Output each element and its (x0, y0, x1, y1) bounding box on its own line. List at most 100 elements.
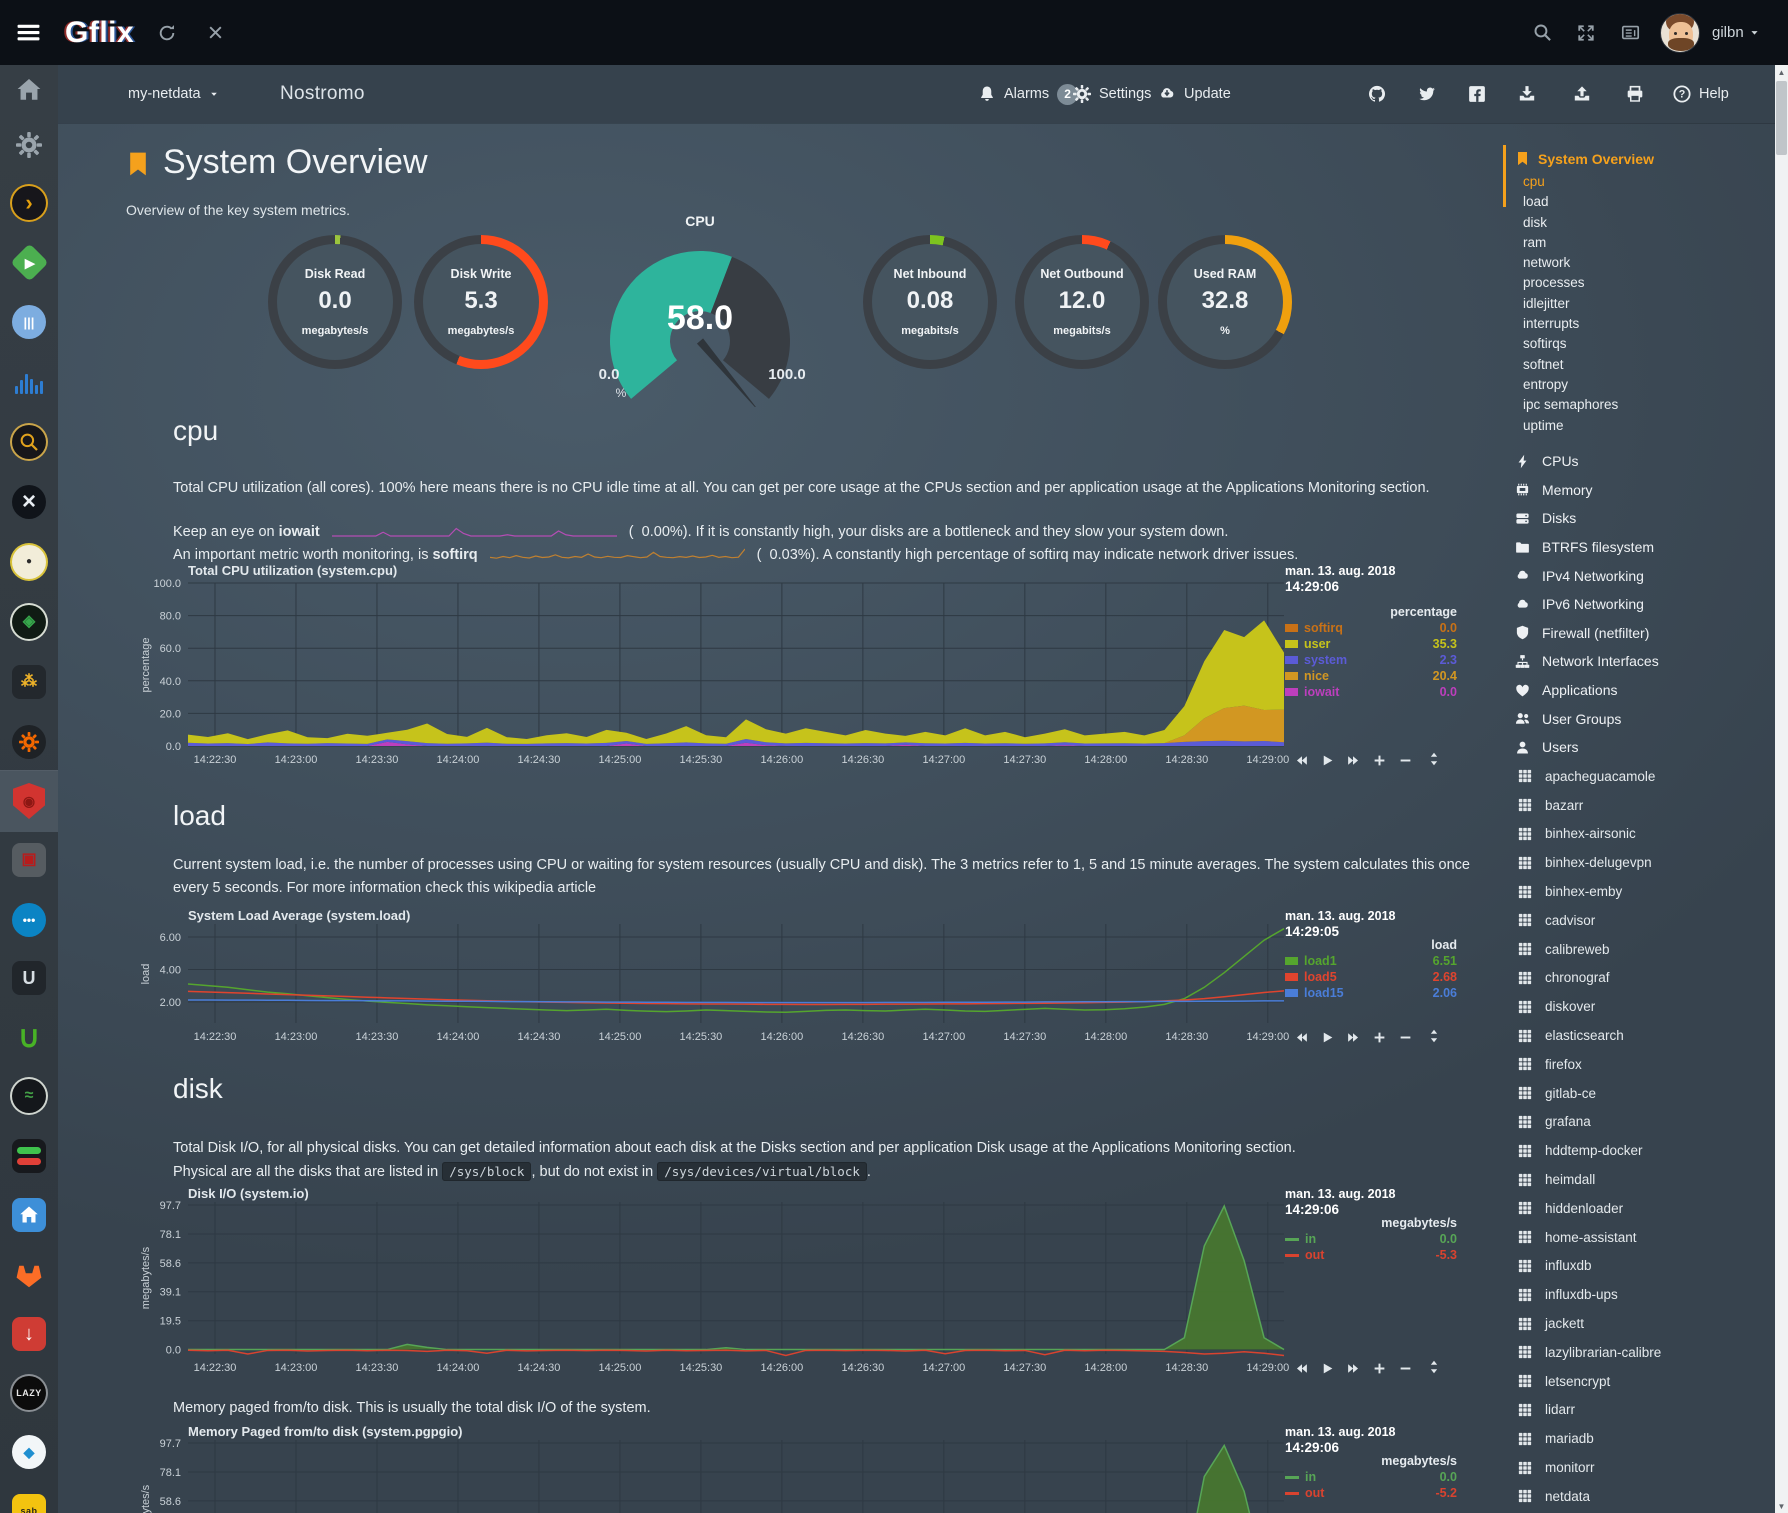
toolbox-play-button[interactable] (1321, 1362, 1334, 1375)
app-ombi[interactable]: × (10, 483, 48, 521)
legend-item-load5[interactable]: load52.68 (1285, 970, 1457, 984)
sidebar-app-chronograf[interactable]: chronograf (1518, 964, 1661, 993)
sidebar-item-ram[interactable]: ram (1523, 233, 1618, 253)
alarms-header-button[interactable]: Alarms2 (978, 65, 1078, 123)
app-airsonic[interactable] (10, 364, 48, 402)
sidebar-section-network-interfaces[interactable]: Network Interfaces (1515, 647, 1659, 676)
app-jackett[interactable] (10, 423, 48, 461)
toolbox-backward-button[interactable] (1295, 1362, 1308, 1375)
sidebar-section-memory[interactable]: Memory (1515, 476, 1659, 505)
sidebar-section-disks[interactable]: Disks (1515, 504, 1659, 533)
gauge-used-ram[interactable]: Used RAM32.8% (1150, 235, 1300, 395)
app-home[interactable] (10, 71, 48, 109)
gauge-net-outbound[interactable]: Net Outbound12.0megabits/s (1007, 235, 1157, 395)
sidebar-item-cpu[interactable]: cpu (1523, 172, 1618, 192)
close-tab-icon[interactable] (207, 0, 224, 65)
app-island-app[interactable]: ≈ (10, 1077, 48, 1115)
fullscreen-icon[interactable] (1577, 0, 1595, 65)
app-download-app[interactable]: ↓ (10, 1315, 48, 1353)
chart-resize-handle[interactable] (1427, 1029, 1441, 1043)
legend-item-nice[interactable]: nice20.4 (1285, 669, 1457, 683)
app-grafana[interactable] (10, 723, 48, 761)
chart-canvas-system-pgpgio[interactable]: 14:22:3014:23:0014:23:3014:24:0014:24:30… (130, 1438, 1290, 1513)
sidebar-item-disk[interactable]: disk (1523, 213, 1618, 233)
sidebar-app-binhex-airsonic[interactable]: binhex-airsonic (1518, 820, 1661, 849)
sidebar-item-network[interactable]: network (1523, 253, 1618, 273)
toolbox-plus-button[interactable] (1373, 754, 1386, 767)
chart-resize-handle[interactable] (1427, 752, 1441, 766)
app-emby[interactable]: ▶ (10, 243, 48, 281)
sidebar-section-ipv4-networking[interactable]: IPv4 Networking (1515, 561, 1659, 590)
app-lazylibrarian[interactable]: LAZY (10, 1374, 48, 1412)
app-cubes-app[interactable]: ▣ (10, 841, 48, 879)
legend-item-system[interactable]: system2.3 (1285, 653, 1457, 667)
legend-item-out[interactable]: out-5.3 (1285, 1248, 1457, 1262)
sidebar-item-softnet[interactable]: softnet (1523, 355, 1618, 375)
app-logo[interactable]: Gflix (65, 0, 134, 65)
sidebar-app-hddtemp-docker[interactable]: hddtemp-docker (1518, 1136, 1661, 1165)
scrollbar-up-arrow[interactable]: ▲ (1775, 65, 1788, 79)
sidebar-item-softirqs[interactable]: softirqs (1523, 334, 1618, 354)
toolbox-backward-button[interactable] (1295, 754, 1308, 767)
sidebar-section-ipv6-networking[interactable]: IPv6 Networking (1515, 590, 1659, 619)
sidebar-item-entropy[interactable]: entropy (1523, 375, 1618, 395)
sidebar-item-ipc-semaphores[interactable]: ipc semaphores (1523, 395, 1618, 415)
sidebar-app-calibreweb[interactable]: calibreweb (1518, 935, 1661, 964)
sidebar-item-uptime[interactable]: uptime (1523, 416, 1618, 436)
sidebar-item-interrupts[interactable]: interrupts (1523, 314, 1618, 334)
gauge-net-inbound[interactable]: Net Inbound0.08megabits/s (855, 235, 1005, 395)
app-penguin-app[interactable]: ● (10, 543, 48, 581)
avatar[interactable] (1660, 0, 1700, 65)
app-calibre-web[interactable]: ||| (10, 303, 48, 341)
app-green-orb-app[interactable]: ◈ (10, 603, 48, 641)
sidebar-section-user-groups[interactable]: User Groups (1515, 704, 1659, 733)
gauge-cpu[interactable]: CPU58.00.0100.0% (565, 213, 835, 413)
app-droplet-app[interactable]: ◆ (10, 1433, 48, 1471)
sidebar-app-elasticsearch[interactable]: elasticsearch (1518, 1021, 1661, 1050)
sidebar-app-heimdall[interactable]: heimdall (1518, 1165, 1661, 1194)
update-header-button[interactable]: Update (1158, 65, 1231, 123)
chart-canvas-system-io[interactable]: 14:22:3014:23:0014:23:3014:24:0014:24:30… (130, 1200, 1290, 1384)
sidebar-app-firefox[interactable]: firefox (1518, 1050, 1661, 1079)
app-node-graph-app[interactable]: ⁂ (10, 663, 48, 701)
legend-item-load1[interactable]: load16.51 (1285, 954, 1457, 968)
app-nextcloud[interactable]: ••• (10, 901, 48, 939)
sidebar-app-monitorr[interactable]: monitorr (1518, 1453, 1661, 1482)
github-header-button[interactable] (1368, 65, 1386, 123)
sidebar-section-firewall-netfilter-[interactable]: Firewall (netfilter) (1515, 619, 1659, 648)
scrollbar-down-arrow[interactable]: ▼ (1775, 1499, 1788, 1513)
toolbox-minus-button[interactable] (1399, 1031, 1412, 1044)
legend-item-in[interactable]: in0.0 (1285, 1470, 1457, 1484)
news-icon[interactable] (1621, 0, 1640, 65)
chart-canvas-system-cpu[interactable]: 14:22:3014:23:0014:23:3014:24:0014:24:30… (130, 577, 1290, 776)
sidebar-app-gitlab-ce[interactable]: gitlab-ce (1518, 1079, 1661, 1108)
sidebar-app-bazarr[interactable]: bazarr (1518, 791, 1661, 820)
app-utorrent-like-app[interactable]: ∪ (10, 1019, 48, 1057)
sidebar-app-home-assistant[interactable]: home-assistant (1518, 1223, 1661, 1252)
toolbox-minus-button[interactable] (1399, 1362, 1412, 1375)
refresh-icon[interactable] (158, 0, 176, 65)
sidebar-item-idlejitter[interactable]: idlejitter (1523, 294, 1618, 314)
chart-canvas-system-load[interactable]: 14:22:3014:23:0014:23:3014:24:0014:24:30… (130, 922, 1290, 1053)
legend-item-softirq[interactable]: softirq0.0 (1285, 621, 1457, 635)
legend-item-out[interactable]: out-5.2 (1285, 1486, 1457, 1500)
app-plex[interactable]: › (10, 184, 48, 222)
sidebar-app-lidarr[interactable]: lidarr (1518, 1396, 1661, 1425)
sidebar-app-mariadb[interactable]: mariadb (1518, 1424, 1661, 1453)
toolbox-minus-button[interactable] (1399, 754, 1412, 767)
sidebar-app-influxdb[interactable]: influxdb (1518, 1252, 1661, 1281)
sidebar-app-binhex-emby[interactable]: binhex-emby (1518, 877, 1661, 906)
app-home-automation[interactable] (10, 1196, 48, 1234)
sidebar-app-hiddenloader[interactable]: hiddenloader (1518, 1194, 1661, 1223)
hamburger-menu-button[interactable] (16, 0, 41, 65)
sidebar-app-jackett[interactable]: jackett (1518, 1309, 1661, 1338)
toolbox-plus-button[interactable] (1373, 1362, 1386, 1375)
facebook-header-button[interactable] (1468, 65, 1486, 123)
search-icon[interactable] (1533, 0, 1552, 65)
legend-item-load15[interactable]: load152.06 (1285, 986, 1457, 1000)
toolbox-forward-button[interactable] (1347, 754, 1360, 767)
app-settings[interactable] (10, 126, 48, 164)
scrollbar-thumb[interactable] (1776, 81, 1787, 155)
sidebar-app-influxdb-ups[interactable]: influxdb-ups (1518, 1280, 1661, 1309)
sidebar-section-applications[interactable]: Applications (1515, 676, 1659, 705)
